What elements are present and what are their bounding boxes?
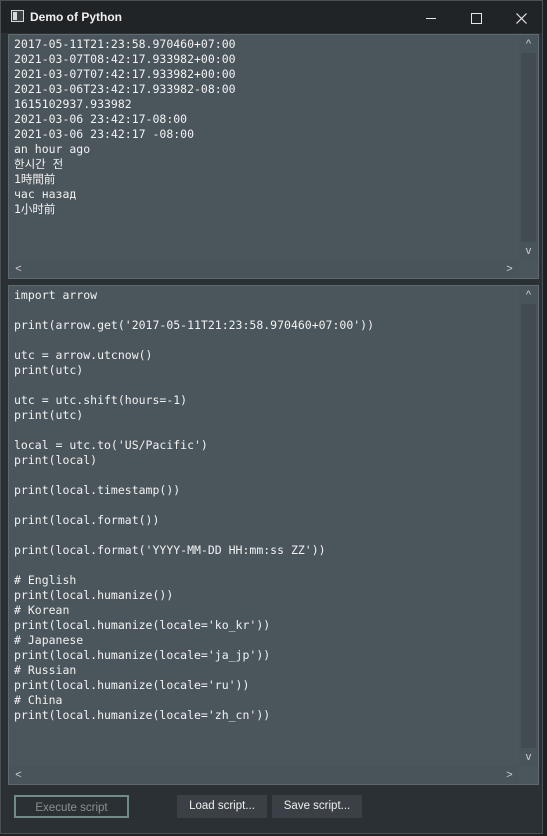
scroll-up-icon[interactable]: ^ xyxy=(519,286,538,304)
app-icon xyxy=(11,10,24,22)
close-button[interactable] xyxy=(498,1,544,33)
scrollbar-thumb[interactable] xyxy=(521,53,536,242)
output-text[interactable]: 2017-05-11T21:23:58.970460+07:00 2021-03… xyxy=(14,37,516,258)
code-vertical-scrollbar[interactable]: ^ v xyxy=(519,286,538,766)
scroll-right-icon[interactable]: > xyxy=(500,766,519,784)
load-script-button[interactable]: Load script... xyxy=(177,795,267,818)
scroll-down-icon[interactable]: v xyxy=(519,242,538,260)
maximize-button[interactable] xyxy=(453,1,499,33)
scrollbar-thumb[interactable] xyxy=(521,304,536,748)
minimize-icon xyxy=(426,17,436,19)
app-window: Demo of Python 2017-05-11T21:23:58.97046… xyxy=(0,0,543,834)
scroll-left-icon[interactable]: < xyxy=(9,766,28,784)
scrollbar-corner xyxy=(519,766,538,784)
code-editor-pane[interactable]: import arrow print(arrow.get('2017-05-11… xyxy=(8,285,539,785)
code-editor-text[interactable]: import arrow print(arrow.get('2017-05-11… xyxy=(14,288,516,764)
scroll-up-icon[interactable]: ^ xyxy=(519,35,538,53)
output-horizontal-scrollbar[interactable]: < > xyxy=(9,260,519,278)
maximize-icon xyxy=(470,12,482,24)
execute-script-button[interactable]: Execute script xyxy=(14,795,129,818)
output-vertical-scrollbar[interactable]: ^ v xyxy=(519,35,538,260)
close-icon xyxy=(515,12,527,24)
scroll-down-icon[interactable]: v xyxy=(519,748,538,766)
scroll-left-icon[interactable]: < xyxy=(9,260,28,278)
window-title: Demo of Python xyxy=(30,10,122,24)
output-pane[interactable]: 2017-05-11T21:23:58.970460+07:00 2021-03… xyxy=(8,34,539,279)
code-horizontal-scrollbar[interactable]: < > xyxy=(9,766,519,784)
title-bar[interactable]: Demo of Python xyxy=(1,1,542,33)
scroll-right-icon[interactable]: > xyxy=(500,260,519,278)
scrollbar-corner xyxy=(519,260,538,278)
minimize-button[interactable] xyxy=(408,1,454,33)
save-script-button[interactable]: Save script... xyxy=(272,795,362,818)
